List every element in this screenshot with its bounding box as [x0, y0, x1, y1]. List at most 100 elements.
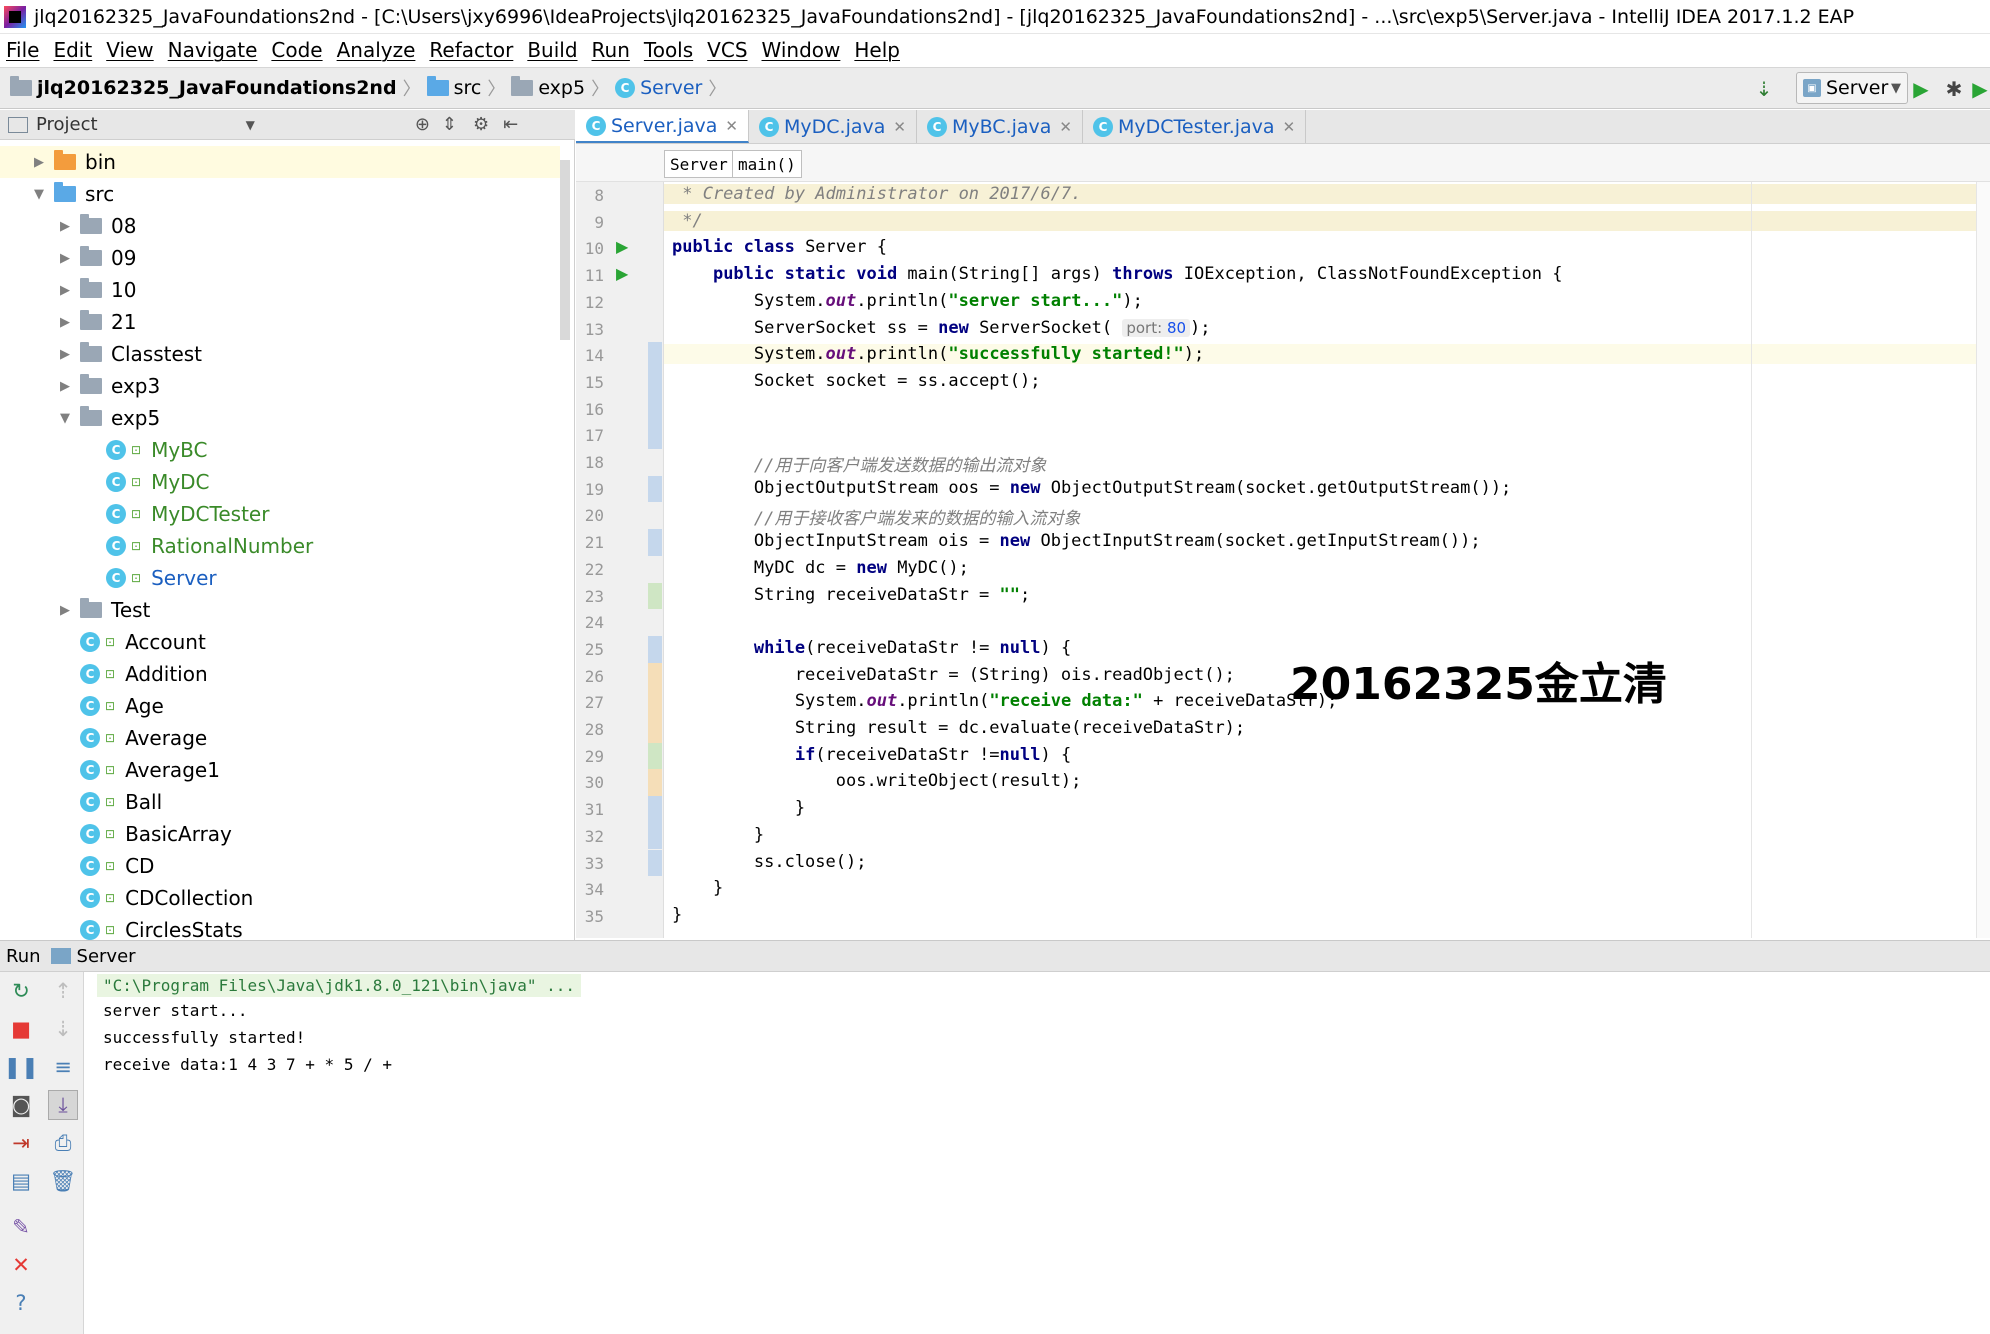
code-line[interactable]: MyDC dc = new MyDC(); — [672, 558, 969, 578]
tree-item-08[interactable]: ▶ 08 — [0, 210, 560, 242]
expanded-arrow-icon[interactable]: ▼ — [30, 187, 48, 202]
layout-icon[interactable]: ▤ — [6, 1166, 36, 1196]
project-view-label[interactable]: Project — [36, 114, 98, 135]
code-line[interactable]: System.out.println("successfully started… — [664, 344, 1990, 365]
tree-item-mybc[interactable]: C ⊡ MyBC — [0, 434, 560, 466]
code-line[interactable]: public class Server { — [672, 237, 887, 257]
collapsed-arrow-icon[interactable]: ▶ — [30, 155, 48, 170]
hide-panel-icon[interactable]: ⇤ — [503, 114, 518, 135]
code-line[interactable]: String receiveDataStr = ""; — [672, 585, 1030, 605]
tab-mybc-java[interactable]: C MyBC.java ✕ — [917, 110, 1083, 143]
vcs-change-marker[interactable] — [648, 849, 662, 877]
tree-item-average1[interactable]: C ⊡ Average1 — [0, 754, 560, 786]
tree-item-10[interactable]: ▶ 10 — [0, 274, 560, 306]
tree-item-average[interactable]: C ⊡ Average — [0, 722, 560, 754]
tree-item-server[interactable]: C ⊡ Server — [0, 562, 560, 594]
collapsed-arrow-icon[interactable]: ▶ — [56, 283, 74, 298]
vcs-change-marker[interactable] — [648, 422, 662, 449]
menu-help[interactable]: Help — [854, 38, 900, 62]
menu-run[interactable]: Run — [592, 38, 630, 62]
code-line[interactable]: while(receiveDataStr != null) { — [672, 638, 1071, 658]
close-tab-icon[interactable]: ✕ — [725, 117, 738, 135]
tab-server-java[interactable]: C Server.java ✕ — [576, 110, 749, 143]
menu-analyze[interactable]: Analyze — [337, 38, 416, 62]
project-tree-scrollbar[interactable] — [560, 160, 570, 340]
menu-code[interactable]: Code — [271, 38, 322, 62]
collapsed-arrow-icon[interactable]: ▶ — [56, 379, 74, 394]
console-output[interactable]: "C:\Program Files\Java\jdk1.8.0_121\bin\… — [85, 972, 1990, 1334]
code-line[interactable]: */ — [664, 210, 1990, 231]
tree-item-rationalnumber[interactable]: C ⊡ RationalNumber — [0, 530, 560, 562]
vcs-change-marker[interactable] — [648, 716, 662, 743]
run-configuration-select[interactable]: ▣ Server ▼ — [1796, 72, 1908, 104]
tree-item-classtest[interactable]: ▶ Classtest — [0, 338, 560, 370]
pin-icon[interactable]: ✎ — [6, 1212, 36, 1242]
code-line[interactable]: Socket socket = ss.accept(); — [672, 371, 1041, 391]
debug-icon[interactable]: ✱ — [1940, 75, 1968, 103]
tree-item-age[interactable]: C ⊡ Age — [0, 690, 560, 722]
editor-scrollbar[interactable] — [1976, 182, 1990, 938]
vcs-change-marker[interactable] — [648, 582, 662, 610]
code-line[interactable]: } — [672, 905, 682, 925]
vcs-change-marker[interactable] — [648, 342, 662, 369]
tree-item-21[interactable]: ▶ 21 — [0, 306, 560, 338]
vcs-change-marker[interactable] — [648, 822, 662, 850]
collapsed-arrow-icon[interactable]: ▶ — [56, 315, 74, 330]
vcs-change-marker[interactable] — [648, 796, 662, 823]
exit-icon[interactable]: ⇥ — [6, 1128, 36, 1158]
code-line[interactable]: } — [672, 825, 764, 845]
breadcrumb-server[interactable]: Server — [664, 150, 734, 178]
code-line[interactable]: //用于接收客户端发来的数据的输入流对象 — [672, 504, 1080, 529]
arrow-up-icon[interactable]: ⇡ — [48, 976, 78, 1006]
vcs-change-marker[interactable] — [648, 368, 662, 396]
code-line[interactable]: receiveDataStr = (String) ois.readObject… — [672, 665, 1235, 685]
tree-item-bin[interactable]: ▶ bin — [0, 146, 560, 178]
menu-view[interactable]: View — [106, 38, 153, 62]
print-icon[interactable]: ⎙ — [48, 1128, 78, 1158]
menu-edit[interactable]: Edit — [53, 38, 92, 62]
rerun-icon[interactable]: ↻ — [6, 976, 36, 1006]
vcs-change-marker[interactable] — [648, 769, 662, 797]
vcs-change-marker[interactable] — [648, 635, 662, 663]
run-tool-label[interactable]: Run — [6, 946, 41, 967]
nav-crumb-server[interactable]: C Server 〉 — [615, 75, 732, 101]
vcs-change-marker[interactable] — [648, 395, 662, 423]
run-tab-server[interactable]: Server — [77, 946, 136, 967]
collapsed-arrow-icon[interactable]: ▶ — [56, 251, 74, 266]
run-gutter-icon[interactable]: ▶ — [616, 264, 628, 283]
code-line[interactable]: oos.writeObject(result); — [672, 771, 1082, 791]
tree-item-account[interactable]: C ⊡ Account — [0, 626, 560, 658]
menu-tools[interactable]: Tools — [644, 38, 693, 62]
nav-crumb-project[interactable]: jlq20162325_JavaFoundations2nd 〉 — [10, 75, 427, 101]
code-line[interactable]: * Created by Administrator on 2017/6/7. — [664, 184, 1990, 204]
menu-build[interactable]: Build — [527, 38, 577, 62]
code-line[interactable]: //用于向客户端发送数据的输出流对象 — [672, 451, 1046, 476]
code-line[interactable]: } — [672, 798, 805, 818]
code-line[interactable]: public static void main(String[] args) t… — [672, 264, 1563, 284]
tree-item-exp5[interactable]: ▼ exp5 — [0, 402, 560, 434]
vcs-change-marker[interactable] — [648, 662, 662, 690]
arrow-down-icon[interactable]: ⇣ — [48, 1014, 78, 1044]
vcs-change-marker[interactable] — [648, 689, 662, 716]
run-gutter-icon[interactable]: ▶ — [616, 237, 628, 256]
vcs-change-marker[interactable] — [648, 529, 662, 556]
help-icon[interactable]: ? — [6, 1288, 36, 1318]
vcs-change-marker[interactable] — [648, 742, 662, 770]
collapsed-arrow-icon[interactable]: ▶ — [56, 603, 74, 618]
run-coverage-icon[interactable]: ▶ — [1970, 75, 1990, 103]
tree-item-mydc[interactable]: C ⊡ MyDC — [0, 466, 560, 498]
menu-navigate[interactable]: Navigate — [168, 38, 258, 62]
expanded-arrow-icon[interactable]: ▼ — [56, 411, 74, 426]
pause-icon[interactable]: ❚❚ — [3, 1052, 38, 1082]
collapse-all-icon[interactable]: ⇕ — [442, 114, 457, 135]
close-tab-icon[interactable]: ✕ — [1283, 118, 1296, 136]
tab-mydc-java[interactable]: C MyDC.java ✕ — [749, 110, 917, 143]
sort-icon[interactable]: ⇣ — [1750, 75, 1778, 103]
code-line[interactable]: ObjectOutputStream oos = new ObjectOutpu… — [672, 478, 1511, 498]
code-line[interactable]: ss.close(); — [672, 852, 867, 872]
stop-icon[interactable]: ■ — [6, 1014, 36, 1044]
close-tab-icon[interactable]: ✕ — [893, 118, 906, 136]
nav-crumb-src[interactable]: src 〉 — [426, 75, 512, 101]
close-icon[interactable]: ✕ — [6, 1250, 36, 1280]
trash-icon[interactable]: 🗑 — [48, 1166, 78, 1196]
